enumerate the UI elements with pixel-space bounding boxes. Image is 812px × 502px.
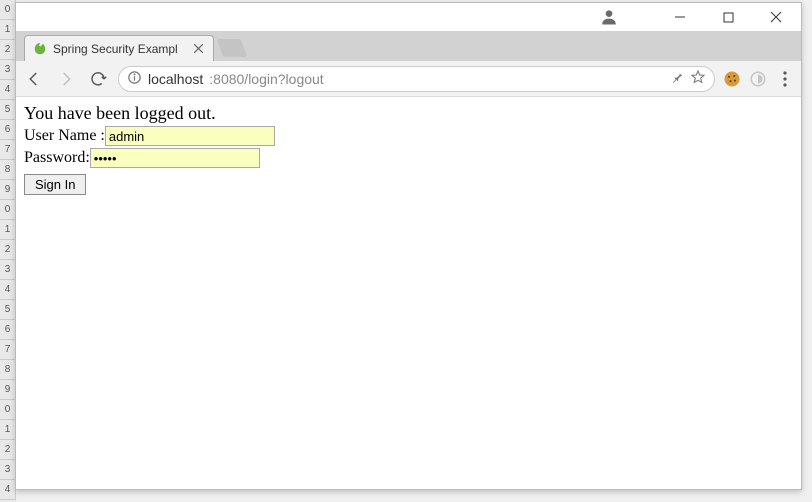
- address-bar[interactable]: localhost :8080/login?logout: [118, 66, 715, 92]
- signin-button[interactable]: Sign In: [24, 174, 86, 195]
- disabled-extension-icon[interactable]: [749, 70, 767, 88]
- arrow-right-icon: [57, 70, 75, 88]
- page-content: You have been logged out. User Name : Pa…: [16, 97, 801, 489]
- url-path: :8080/login?logout: [209, 71, 323, 87]
- star-icon[interactable]: [690, 69, 706, 88]
- window-close-button[interactable]: [759, 5, 793, 29]
- close-icon: [194, 44, 203, 53]
- password-row: Password:: [24, 148, 793, 168]
- cookie-extension-icon[interactable]: [723, 70, 741, 88]
- tab-strip: Spring Security Exampl: [16, 31, 801, 61]
- pin-icon[interactable]: [670, 70, 684, 87]
- password-label: Password:: [24, 149, 90, 167]
- new-tab-button[interactable]: [217, 39, 248, 57]
- window-maximize-button[interactable]: [711, 5, 745, 29]
- browser-window: Spring Security Exampl localhost :8080/lo…: [15, 2, 802, 490]
- username-label: User Name :: [24, 127, 105, 145]
- maximize-icon: [723, 12, 734, 23]
- browser-menu-button[interactable]: [775, 67, 795, 91]
- close-icon: [770, 11, 782, 23]
- reload-button[interactable]: [86, 67, 110, 91]
- site-info-icon[interactable]: [127, 70, 142, 88]
- url-host: localhost: [148, 71, 203, 87]
- logout-message: You have been logged out.: [24, 103, 793, 124]
- reload-icon: [89, 70, 107, 88]
- browser-tab[interactable]: Spring Security Exampl: [24, 35, 214, 61]
- spring-favicon-icon: [33, 42, 47, 56]
- minimize-icon: [674, 11, 686, 23]
- window-minimize-button[interactable]: [663, 5, 697, 29]
- password-input[interactable]: [90, 148, 260, 168]
- tab-close-button[interactable]: [191, 42, 205, 56]
- username-input[interactable]: [105, 126, 275, 146]
- tab-title: Spring Security Exampl: [53, 42, 185, 56]
- back-button[interactable]: [22, 67, 46, 91]
- forward-button: [54, 67, 78, 91]
- kebab-menu-icon: [783, 71, 787, 87]
- background-row-numbers: 0123456789012345678901234: [0, 0, 16, 502]
- user-account-icon[interactable]: [599, 7, 619, 27]
- window-titlebar: [16, 3, 801, 31]
- arrow-left-icon: [25, 70, 43, 88]
- address-bar-row: localhost :8080/login?logout: [16, 61, 801, 97]
- username-row: User Name :: [24, 126, 793, 146]
